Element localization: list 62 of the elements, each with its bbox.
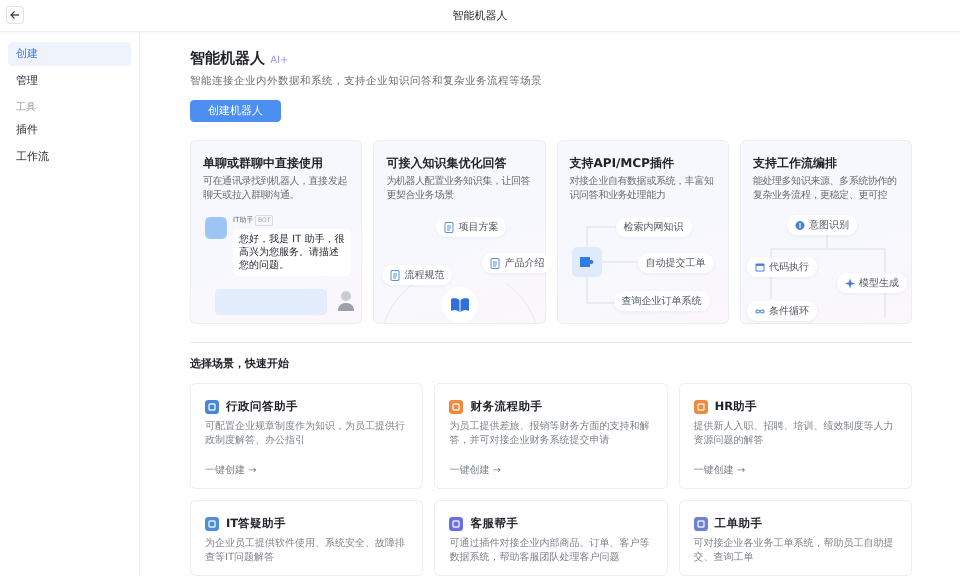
quick-create-link[interactable]: 一键创建 →	[205, 463, 257, 478]
scenario-card[interactable]: 行政问答助手 可配置企业规章制度作为知识，为员工提供行政制度解答、办公指引 一键创建 →	[190, 383, 424, 489]
sidebar-item[interactable]: 工作流	[8, 145, 131, 169]
scenario-description: 可通过插件对接企业内部商品、订单、客户等数据系统，帮助客服团队处理客户问题	[449, 537, 650, 566]
sidebar-item[interactable]: 创建	[8, 42, 131, 66]
chip-label: 查询企业订单系统	[622, 294, 702, 308]
feature-title: 支持工作流编排	[752, 155, 838, 171]
chip-label: 代码执行	[768, 260, 809, 274]
document-icon	[490, 258, 500, 268]
scenario-card[interactable]: 客服帮手 可通过插件对接企业内部商品、订单、客户等数据系统，帮助客服团队处理客户问题	[434, 500, 668, 576]
scenario-title: IT答疑助手	[226, 515, 286, 532]
chip-label: 模型生成	[858, 276, 899, 290]
back-arrow-icon	[10, 10, 20, 20]
document-icon	[390, 270, 400, 280]
scenario-card[interactable]: HR助手 提供新人入职、招聘、培训、绩效制度等人力资源问题的解答 一键创建 →	[678, 383, 912, 489]
scenario-description: 可对接企业各业务工单系统，帮助员工自助提交、查询工单	[694, 537, 895, 566]
scenario-card[interactable]: 财务流程助手 为员工提供差旅、报销等财务方面的支持和解答，并可对接企业财务系统提交申请 一键创建 →	[434, 383, 668, 489]
sidebar-item[interactable]: 插件	[8, 118, 131, 142]
chip-label: 项目方案	[458, 220, 498, 234]
chat-bubble: 您好，我是 IT 助手，很高兴为您服务。请描述您的问题。	[233, 229, 351, 276]
chip-label: 检索内网知识	[624, 220, 684, 234]
quick-create-link[interactable]: 一键创建 →	[694, 463, 746, 478]
feature-description: 能处理多知识来源、多系统协作的复杂业务流程，更稳定、更可控	[752, 174, 898, 203]
page-title: 智能机器人	[452, 8, 508, 24]
scenario-description: 为员工提供差旅、报销等财务方面的支持和解答，并可对接企业财务系统提交申请	[449, 420, 650, 448]
scenario-title: 客服帮手	[470, 515, 518, 532]
chip-label: 流程规范	[404, 268, 444, 282]
section-title: 选择场景，快速开始	[190, 357, 290, 371]
sidebar-heading: 工具	[15, 101, 37, 115]
page-subtitle: 智能连接企业内外数据和系统，支持企业知识问答和复杂业务流程等场景	[190, 74, 543, 89]
scenario-title: 财务流程助手	[470, 398, 542, 415]
feature-description: 为机器人配置业务知识集，让回答更契合业务场景	[385, 174, 532, 203]
bot-avatar-icon	[205, 217, 227, 239]
feature-description: 可在通讯录找到机器人，直接发起聊天或拉入群聊沟通。	[202, 174, 348, 203]
scenario-card[interactable]: 工单助手 可对接企业各业务工单系统，帮助员工自助提交、查询工单	[678, 500, 912, 576]
scenario-description: 可配置企业规章制度作为知识，为员工提供行政制度解答、办公指引	[205, 420, 406, 448]
chip-label: 产品介绍	[504, 256, 544, 270]
back-button[interactable]	[6, 6, 24, 24]
chip-label: 条件循环	[768, 304, 809, 318]
feature-title: 支持API/MCP插件	[568, 155, 675, 171]
scenario-title: HR助手	[714, 398, 758, 415]
user-avatar-icon	[337, 289, 355, 311]
page-heading: 智能机器人	[190, 49, 265, 67]
book-icon	[450, 297, 470, 313]
feature-title: 可接入知识集优化回答	[385, 155, 508, 171]
scenario-title: 工单助手	[714, 515, 763, 532]
quick-create-link[interactable]: 一键创建 →	[449, 463, 501, 478]
scenario-description: 为企业员工提供软件使用、系统安全、故障排查等IT问题解答	[205, 537, 406, 566]
ai-label: AI+	[270, 55, 288, 66]
scenario-card[interactable]: IT答疑助手 为企业员工提供软件使用、系统安全、故障排查等IT问题解答	[190, 500, 424, 576]
sparkle-icon	[844, 278, 855, 288]
scenario-description: 提供新人入职、招聘、培训、绩效制度等人力资源问题的解答	[694, 420, 895, 448]
feature-title: 单聊或群聊中直接使用	[202, 155, 324, 171]
plugin-icon	[578, 255, 594, 269]
code-window-icon	[754, 262, 765, 272]
info-icon	[794, 220, 805, 230]
scenario-title: 行政问答助手	[226, 398, 298, 415]
sidebar-item[interactable]: 管理	[8, 69, 131, 93]
document-icon	[444, 222, 454, 232]
chip-label: 自动提交工单	[646, 256, 706, 270]
feature-description: 对接企业自有数据或系统，丰富知识问答和业务处理能力	[568, 174, 715, 203]
chip-label: 意图识别	[808, 218, 849, 232]
